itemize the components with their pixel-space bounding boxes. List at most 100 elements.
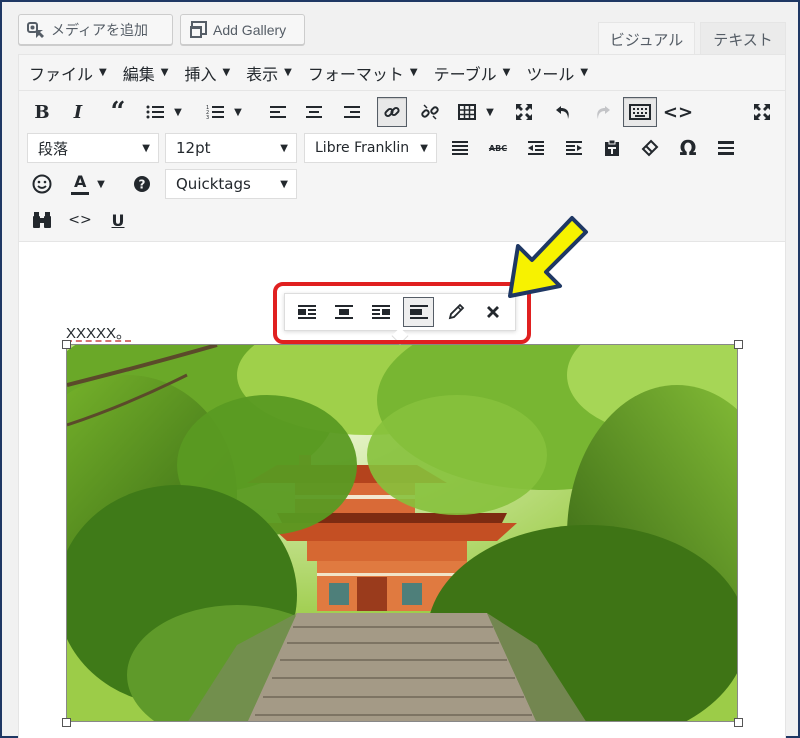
font-family-select[interactable]: Libre Franklin ▼ [304, 133, 437, 163]
tab-visual[interactable]: ビジュアル [598, 22, 695, 55]
align-right-button[interactable] [337, 97, 367, 127]
toolbar-toggle-button[interactable] [623, 97, 657, 127]
quicktags-select[interactable]: Quicktags ▼ [165, 169, 297, 199]
paragraph-text: XXXXX。 [66, 325, 132, 342]
text-color-button[interactable]: A ▼ [65, 169, 111, 199]
outdent-icon [528, 141, 544, 155]
align-center-button[interactable] [299, 97, 329, 127]
quicktags-value: Quicktags [176, 175, 251, 193]
strikethrough-button[interactable]: ABC [483, 133, 513, 163]
resize-handle-bottom-right[interactable] [734, 718, 743, 727]
editor: ファイル ▼ 編集 ▼ 挿入 ▼ 表示 ▼ フォーマット ▼ テーブル ▼ ツール ▼ B I… [18, 54, 786, 738]
unlink-button[interactable] [415, 97, 445, 127]
blockquote-button[interactable]: “ [103, 97, 133, 127]
bold-button[interactable]: B [27, 97, 57, 127]
italic-icon: I [73, 101, 83, 123]
table-button[interactable]: ▼ [453, 97, 499, 127]
distraction-free-icon [754, 104, 770, 120]
toolbar-row-4: <> U [19, 205, 785, 241]
chevron-down-icon: ▼ [97, 178, 105, 190]
underline-icon: U [111, 210, 125, 230]
toolbar-row-1: B I “ ▼ 123 ▼ ▼ <> [19, 97, 785, 133]
find-replace-button[interactable] [27, 205, 57, 235]
menubar: ファイル ▼ 編集 ▼ 挿入 ▼ 表示 ▼ フォーマット ▼ テーブル ▼ ツール ▼ [19, 55, 785, 91]
photo-drawing [67, 345, 737, 721]
outdent-button[interactable] [521, 133, 551, 163]
fullscreen-button[interactable] [509, 97, 539, 127]
resize-handle-top-right[interactable] [734, 340, 743, 349]
paste-text-button[interactable] [597, 133, 627, 163]
menu-file[interactable]: ファイル ▼ [29, 61, 107, 85]
menu-tools[interactable]: ツール ▼ [526, 61, 588, 85]
text-color-icon: A [71, 173, 90, 195]
menu-view-label: 表示 [246, 64, 279, 84]
chevron-down-icon: ▼ [234, 106, 242, 118]
special-character-button[interactable]: Ω [673, 133, 703, 163]
temple-pagoda-image[interactable] [66, 344, 738, 722]
resize-handle-bottom-left[interactable] [62, 718, 71, 727]
undo-button[interactable] [549, 97, 579, 127]
smiley-icon [32, 174, 52, 194]
emoticons-button[interactable] [27, 169, 57, 199]
code-button[interactable]: <> [663, 97, 693, 127]
toolbar-row-2: 段落 ▼ 12pt ▼ Libre Franklin ▼ ABC Ω [19, 133, 785, 169]
menu-tools-label: ツール [526, 64, 575, 84]
format-select-value: 段落 [38, 139, 69, 158]
align-left-icon [270, 106, 286, 118]
chevron-down-icon: ▼ [284, 67, 292, 78]
italic-button[interactable]: I [63, 97, 93, 127]
link-button[interactable] [377, 97, 407, 127]
gallery-icon [189, 20, 207, 39]
editor-toolbar: ファイル ▼ 編集 ▼ 挿入 ▼ 表示 ▼ フォーマット ▼ テーブル ▼ ツール ▼ B I… [19, 55, 785, 242]
chevron-down-icon: ▼ [222, 67, 231, 78]
screenshot-frame: メディアを追加 Add Gallery ビジュアル テキスト ファイル ▼ 編集 ▼… [0, 0, 800, 738]
menu-table-label: テーブル [433, 64, 497, 84]
redo-icon [597, 106, 610, 119]
chevron-down-icon: ▼ [409, 67, 418, 78]
font-size-value: 12pt [176, 139, 211, 157]
horizontal-line-icon [718, 141, 734, 155]
add-media-button[interactable]: メディアを追加 [18, 14, 173, 45]
indent-button[interactable] [559, 133, 589, 163]
chevron-down-icon: ▼ [142, 142, 150, 154]
chevron-down-icon: ▼ [160, 67, 169, 78]
numbered-list-button[interactable]: 123 ▼ [201, 97, 247, 127]
chevron-down-icon: ▼ [99, 67, 107, 78]
highlight-box [273, 282, 531, 344]
menu-format-label: フォーマット [307, 64, 404, 84]
menu-edit-label: 編集 [122, 64, 155, 84]
bold-icon: B [34, 101, 50, 123]
help-button[interactable]: ? [127, 169, 157, 199]
menu-format[interactable]: フォーマット ▼ [308, 61, 418, 85]
menu-insert[interactable]: 挿入 ▼ [184, 61, 230, 85]
indent-icon [566, 141, 582, 155]
omega-icon: Ω [679, 136, 697, 160]
format-select[interactable]: 段落 ▼ [27, 133, 159, 163]
align-center-icon [306, 106, 322, 118]
underline-button[interactable]: U [103, 205, 133, 235]
chevron-down-icon: ▼ [420, 142, 428, 154]
resize-handle-top-left[interactable] [62, 340, 71, 349]
tab-text[interactable]: テキスト [700, 22, 786, 55]
source-code-button[interactable]: <> [65, 205, 95, 235]
horizontal-line-button[interactable] [711, 133, 741, 163]
align-left-button[interactable] [263, 97, 293, 127]
clear-formatting-button[interactable] [635, 133, 665, 163]
chevron-down-icon: ▼ [280, 178, 288, 190]
add-gallery-button[interactable]: Add Gallery [180, 14, 305, 45]
fullscreen-icon [516, 104, 532, 120]
menu-edit[interactable]: 編集 ▼ [123, 61, 169, 85]
table-icon [458, 104, 477, 120]
chevron-down-icon: ▼ [486, 106, 494, 118]
font-size-select[interactable]: 12pt ▼ [165, 133, 297, 163]
menu-view[interactable]: 表示 ▼ [246, 61, 292, 85]
bullet-list-button[interactable]: ▼ [141, 97, 187, 127]
menu-table[interactable]: テーブル ▼ [434, 61, 511, 85]
distraction-free-button[interactable] [747, 97, 777, 127]
clipboard-icon [605, 139, 619, 156]
svg-text:?: ? [139, 178, 146, 192]
link-icon [384, 106, 400, 118]
redo-button[interactable] [587, 97, 617, 127]
justify-button[interactable] [445, 133, 475, 163]
undo-icon [556, 106, 569, 119]
